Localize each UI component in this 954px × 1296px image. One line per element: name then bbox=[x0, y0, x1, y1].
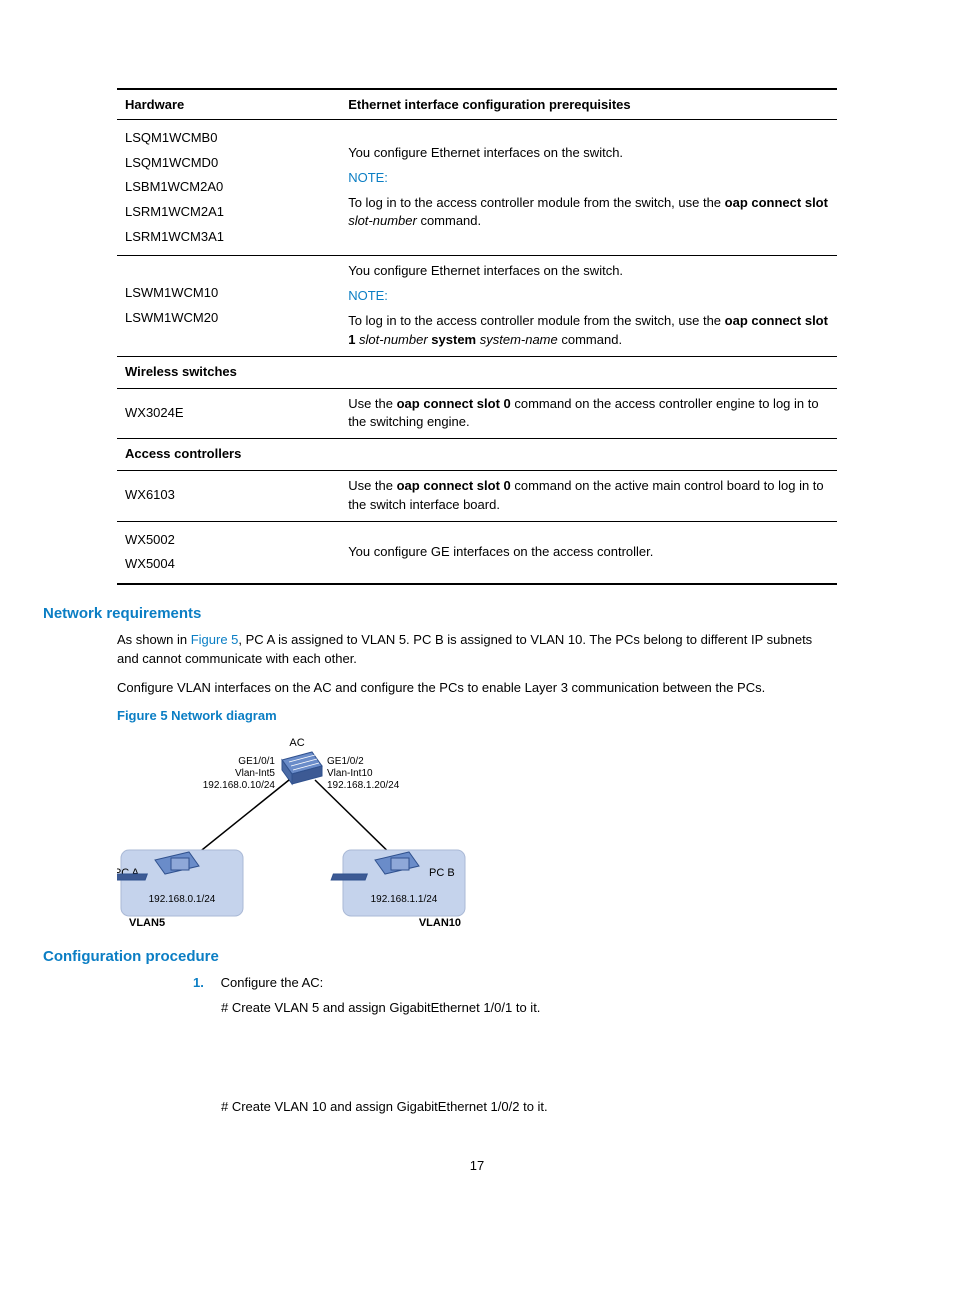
hardware-cell: WX6103 bbox=[117, 471, 340, 522]
vlanint10-label: Vlan-Int10 bbox=[327, 768, 373, 779]
table-row: WX3024E Use the oap connect slot 0 comma… bbox=[117, 388, 837, 439]
rightip-label: 192.168.1.20/24 bbox=[327, 780, 400, 791]
table-row: LSWM1WCM10 LSWM1WCM20 You configure Ethe… bbox=[117, 256, 837, 356]
prereq-cell: You configure Ethernet interfaces on the… bbox=[340, 119, 837, 255]
ac-device-icon bbox=[282, 752, 322, 784]
hardware-cell: LSWM1WCM10 LSWM1WCM20 bbox=[117, 256, 340, 356]
substep-vlan5: # Create VLAN 5 and assign GigabitEthern… bbox=[221, 999, 837, 1018]
hardware-cell: WX5002 WX5004 bbox=[117, 521, 340, 584]
step-text: Configure the AC: bbox=[221, 975, 324, 990]
pcbip-label: 192.168.1.1/24 bbox=[371, 894, 438, 905]
prereq-cell: Use the oap connect slot 0 command on th… bbox=[340, 471, 837, 522]
step-number: 1. bbox=[193, 974, 217, 993]
ge102-label: GE1/0/2 bbox=[327, 756, 364, 767]
figure-caption: Figure 5 Network diagram bbox=[117, 707, 837, 726]
col-hardware: Hardware bbox=[117, 89, 340, 119]
table-row: WX5002 WX5004 You configure GE interface… bbox=[117, 521, 837, 584]
ge101-label: GE1/0/1 bbox=[238, 756, 275, 767]
pcaip-label: 192.168.0.1/24 bbox=[149, 894, 216, 905]
network-diagram: AC GE1/0/1 Vlan-Int5 192.168.0.10/24 GE1… bbox=[117, 732, 477, 932]
prereq-cell: Use the oap connect slot 0 command on th… bbox=[340, 388, 837, 439]
heading-config-procedure: Configuration procedure bbox=[43, 946, 837, 968]
table-row: LSQM1WCMB0 LSQM1WCMD0 LSBM1WCM2A0 LSRM1W… bbox=[117, 119, 837, 255]
netreq-p2: Configure VLAN interfaces on the AC and … bbox=[117, 679, 837, 698]
section-row: Access controllers bbox=[117, 439, 837, 471]
page-number: 17 bbox=[117, 1157, 837, 1176]
ac-label: AC bbox=[289, 737, 304, 749]
vlanint5-label: Vlan-Int5 bbox=[235, 768, 275, 779]
col-prereq: Ethernet interface configuration prerequ… bbox=[340, 89, 837, 119]
prereq-cell: You configure GE interfaces on the acces… bbox=[340, 521, 837, 584]
steps-list: 1. Configure the AC: # Create VLAN 5 and… bbox=[117, 974, 837, 1117]
netreq-p1: As shown in Figure 5, PC A is assigned t… bbox=[117, 631, 837, 669]
vlan10-label: VLAN10 bbox=[419, 917, 461, 929]
prereq-cell: You configure Ethernet interfaces on the… bbox=[340, 256, 837, 356]
hardware-cell: LSQM1WCMB0 LSQM1WCMD0 LSBM1WCM2A0 LSRM1W… bbox=[117, 119, 340, 255]
section-row: Wireless switches bbox=[117, 356, 837, 388]
figure-link[interactable]: Figure 5 bbox=[191, 632, 239, 647]
table-row: WX6103 Use the oap connect slot 0 comman… bbox=[117, 471, 837, 522]
step-1: 1. Configure the AC: bbox=[221, 974, 837, 993]
section-label: Access controllers bbox=[117, 439, 837, 471]
hardware-cell: WX3024E bbox=[117, 388, 340, 439]
pcb-label: PC B bbox=[429, 867, 455, 879]
leftip-label: 192.168.0.10/24 bbox=[203, 780, 276, 791]
vlan5-label: VLAN5 bbox=[129, 917, 165, 929]
heading-network-requirements: Network requirements bbox=[43, 603, 837, 625]
substep-vlan10: # Create VLAN 10 and assign GigabitEther… bbox=[221, 1098, 837, 1117]
section-label: Wireless switches bbox=[117, 356, 837, 388]
hardware-table: Hardware Ethernet interface configuratio… bbox=[117, 88, 837, 585]
